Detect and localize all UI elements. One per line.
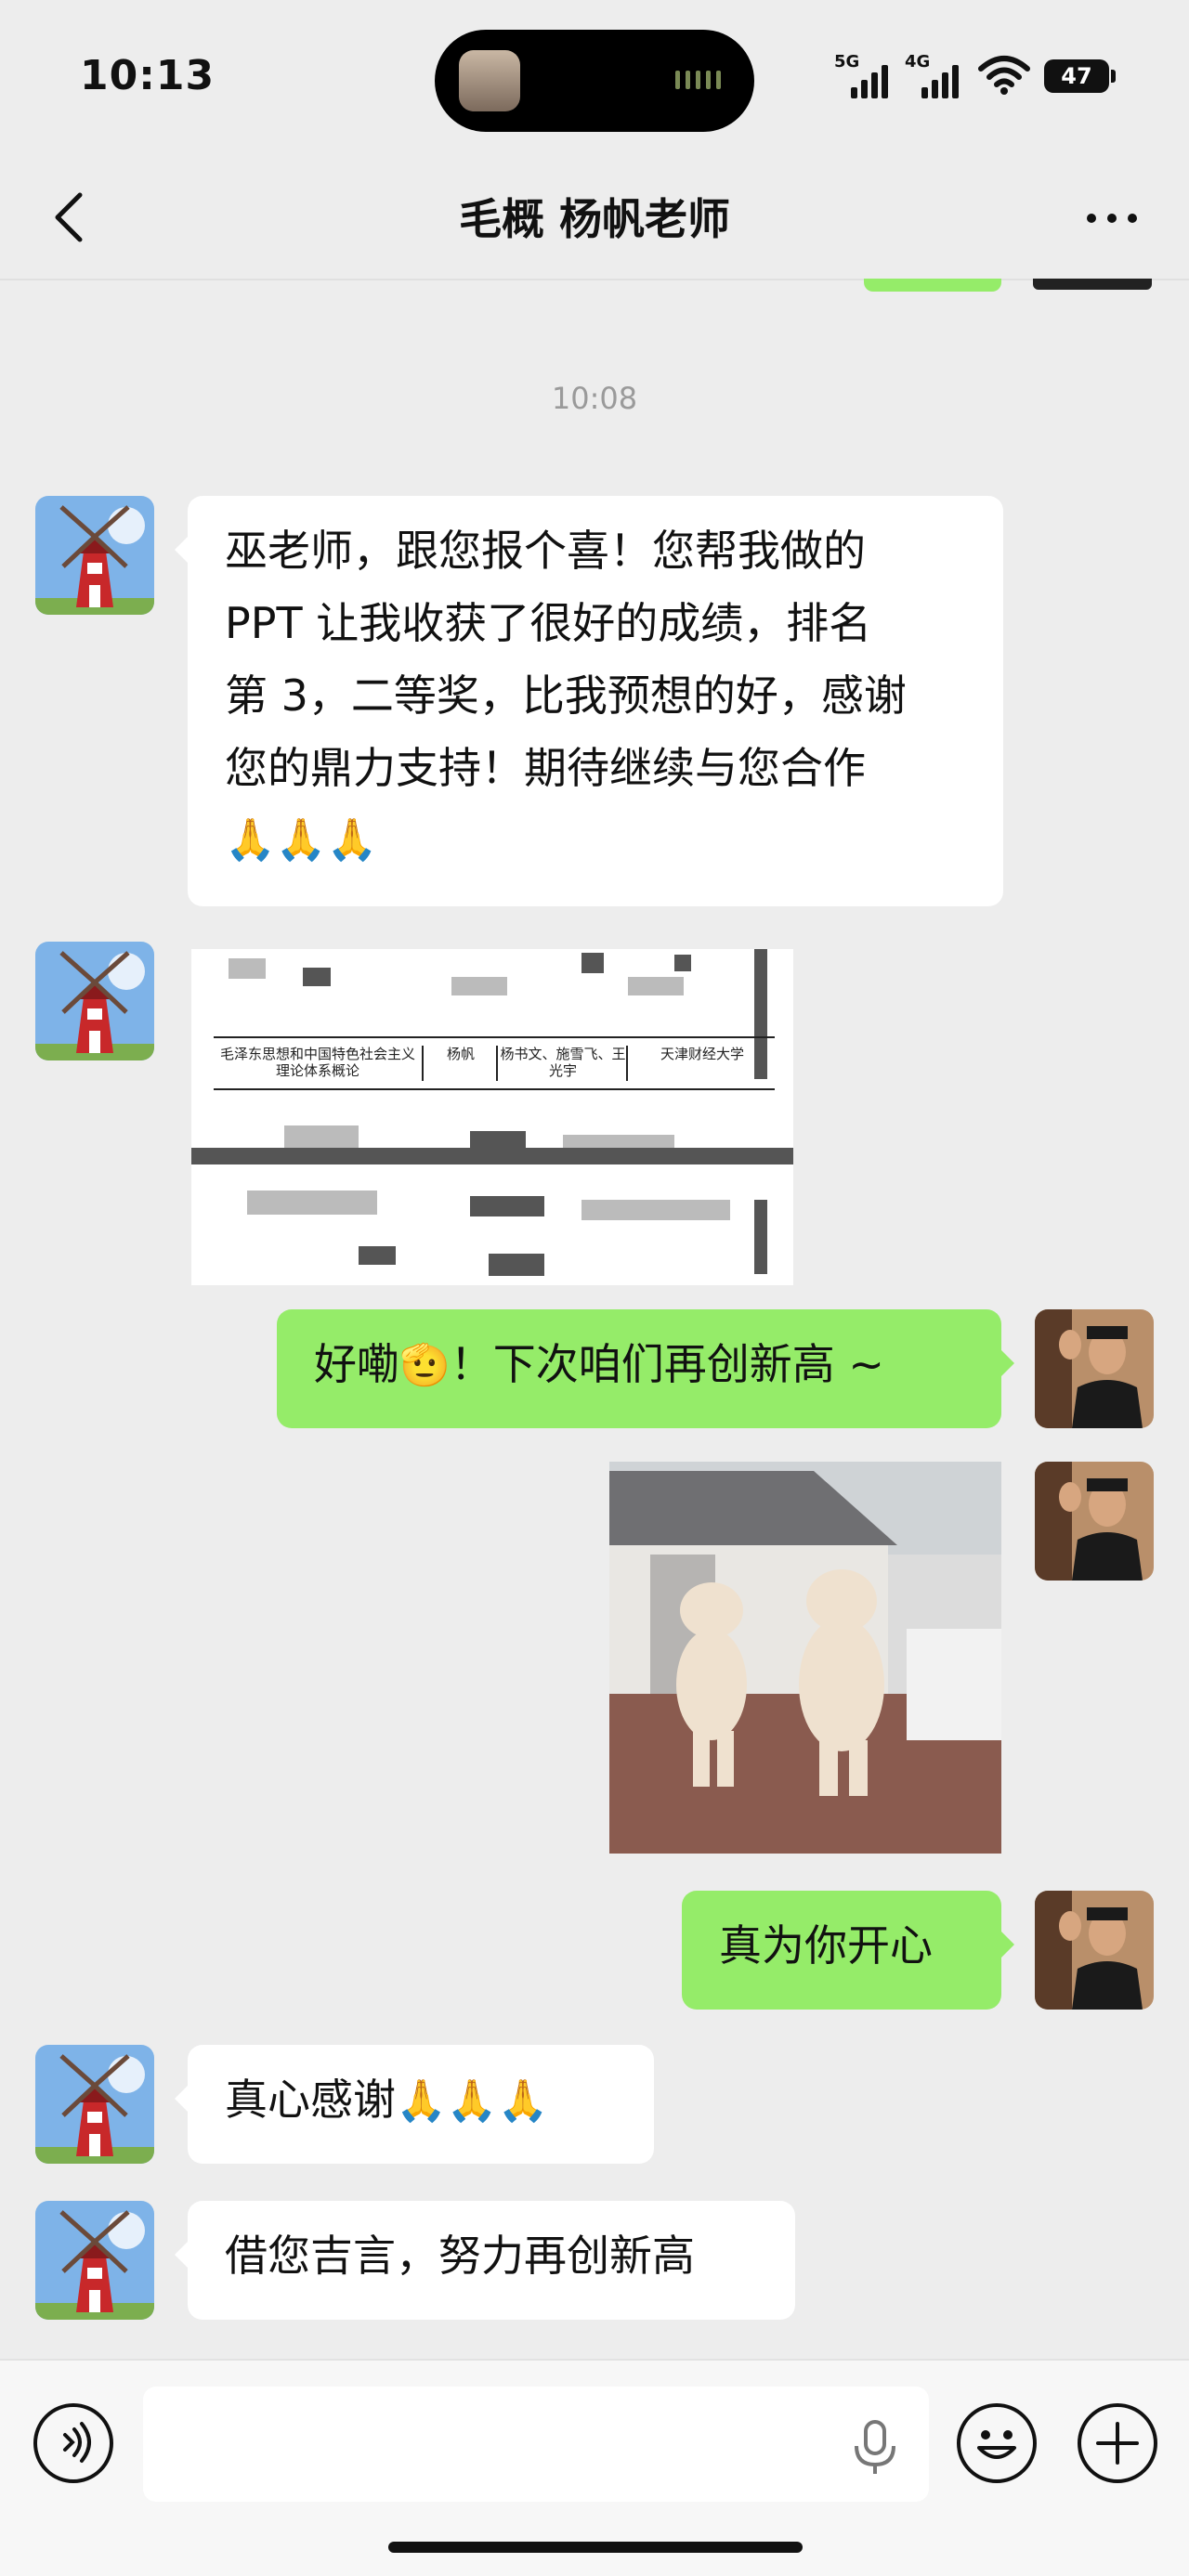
person-avatar-icon bbox=[1035, 1891, 1154, 2010]
more-dots-icon[interactable] bbox=[1079, 195, 1144, 241]
voice-icon[interactable] bbox=[33, 2403, 113, 2483]
status-bar: 10:13 5G 4G 47 bbox=[0, 0, 1189, 158]
contact-avatar[interactable] bbox=[35, 2045, 154, 2164]
signal-bars-icon bbox=[851, 65, 888, 98]
person-avatar-icon bbox=[1035, 1309, 1154, 1428]
person-avatar-icon bbox=[1035, 1462, 1154, 1581]
mic-icon[interactable] bbox=[849, 2420, 901, 2476]
chat-header: 毛概 杨帆老师 bbox=[0, 158, 1189, 279]
praying-hands-emoji: 🙏🙏🙏 bbox=[225, 816, 378, 864]
battery-indicator: 47 bbox=[1044, 59, 1116, 93]
cert-school: 天津财经大学 bbox=[626, 1046, 777, 1081]
message-line: 您的鼎力支持！期待继续与您合作 bbox=[225, 743, 866, 793]
smiley-icon[interactable] bbox=[957, 2403, 1037, 2483]
status-time: 10:13 bbox=[80, 52, 216, 99]
plus-icon[interactable] bbox=[1078, 2403, 1157, 2483]
message-text: ！下次咱们再创新高 ~ bbox=[450, 1339, 884, 1389]
chat-timestamp: 10:08 bbox=[551, 381, 638, 416]
now-playing-thumbnail bbox=[459, 50, 520, 111]
divider bbox=[0, 279, 1189, 280]
message-bubble[interactable]: 真为你开心 bbox=[682, 1891, 1014, 2010]
previous-message-bubble bbox=[864, 279, 1001, 292]
message-text: 借您吉言，努力再创新高 bbox=[225, 2231, 695, 2281]
cert-course-name: 毛泽东思想和中国特色社会主义理论体系概论 bbox=[219, 1046, 415, 1079]
message-line: PPT 让我收获了很好的成绩，排名 bbox=[225, 598, 872, 648]
signal-bars-icon bbox=[921, 65, 959, 98]
cert-teacher: 杨帆 bbox=[422, 1046, 498, 1081]
previous-message-avatar bbox=[1033, 279, 1152, 290]
cert-students: 杨书文、施雪飞、王光宇 bbox=[496, 1046, 628, 1081]
certificate-table-row: 毛泽东思想和中国特色社会主义理论体系概论 杨帆 杨书文、施雪飞、王光宇 天津财经… bbox=[214, 1036, 775, 1090]
message-bubble[interactable]: 借您吉言，努力再创新高 bbox=[175, 2201, 795, 2320]
windmill-avatar-icon bbox=[35, 2045, 154, 2164]
windmill-avatar-icon bbox=[35, 496, 154, 615]
message-text: 真为你开心 bbox=[719, 1920, 933, 1971]
self-avatar[interactable] bbox=[1035, 1309, 1154, 1428]
battery-level: 47 bbox=[1061, 63, 1092, 89]
dancing-bears-image[interactable] bbox=[609, 1462, 1001, 1854]
message-line: 巫老师，跟您报个喜！您帮我做的 bbox=[225, 526, 866, 576]
audio-wave-icon bbox=[675, 71, 721, 89]
self-avatar[interactable] bbox=[1035, 1462, 1154, 1581]
windmill-avatar-icon bbox=[35, 2201, 154, 2320]
windmill-avatar-icon bbox=[35, 942, 154, 1060]
message-bubble[interactable]: 真心感谢🙏🙏🙏 bbox=[175, 2045, 654, 2164]
contact-avatar[interactable] bbox=[35, 2201, 154, 2320]
self-avatar[interactable] bbox=[1035, 1891, 1154, 2010]
home-indicator[interactable] bbox=[388, 2542, 803, 2553]
praying-hands-emoji: 🙏🙏🙏 bbox=[396, 2077, 549, 2125]
message-bubble[interactable]: 巫老师，跟您报个喜！您帮我做的 PPT 让我收获了很好的成绩，排名 第 3，二等… bbox=[175, 496, 1003, 906]
message-text: 好嘞 bbox=[314, 1339, 399, 1389]
message-input[interactable] bbox=[143, 2387, 929, 2502]
dynamic-island[interactable] bbox=[435, 30, 754, 132]
certificate-image[interactable]: 毛泽东思想和中国特色社会主义理论体系概论 杨帆 杨书文、施雪飞、王光宇 天津财经… bbox=[191, 949, 793, 1285]
message-bubble[interactable]: 好嘞🫡！下次咱们再创新高 ~ bbox=[277, 1309, 1014, 1428]
chat-title: 毛概 杨帆老师 bbox=[458, 194, 730, 244]
contact-avatar[interactable] bbox=[35, 942, 154, 1060]
salute-emoji: 🫡 bbox=[399, 1342, 451, 1389]
message-line: 第 3，二等奖，比我预想的好，感谢 bbox=[225, 670, 907, 721]
message-text: 真心感谢 bbox=[225, 2075, 396, 2125]
contact-avatar[interactable] bbox=[35, 496, 154, 615]
wifi-icon bbox=[978, 56, 1030, 95]
